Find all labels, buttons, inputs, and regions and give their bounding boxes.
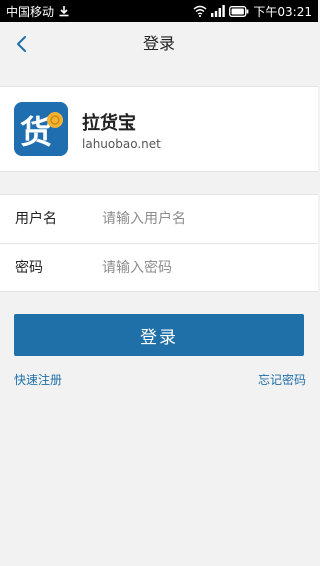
nav-bar: 登录 [0, 22, 318, 66]
username-label: 用户名 [15, 211, 57, 227]
brand-card: 货 拉货宝 lahuobao.net [0, 86, 318, 172]
login-form: 用户名 密码 [0, 194, 318, 292]
password-label: 密码 [15, 260, 43, 276]
password-input[interactable] [102, 254, 302, 282]
download-icon [58, 5, 70, 17]
battery-icon [229, 5, 249, 17]
app-logo: 货 [14, 102, 68, 156]
password-row: 密码 [0, 244, 318, 292]
app-domain: lahuobao.net [82, 137, 161, 151]
back-button[interactable] [8, 30, 36, 58]
app-name: 拉货宝 [82, 113, 136, 134]
page-title: 登录 [142, 34, 175, 53]
signal-icon [211, 5, 226, 17]
login-button[interactable]: 登录 [14, 314, 304, 356]
status-bar-right: 下午03:21 [193, 3, 312, 20]
username-input[interactable] [102, 205, 302, 233]
register-link[interactable]: 快速注册 [14, 371, 62, 388]
status-bar: 中国移动 下午03:21 [0, 0, 318, 22]
carrier-label: 中国移动 [6, 4, 55, 19]
wifi-icon [193, 5, 207, 17]
username-row: 用户名 [0, 195, 318, 243]
status-bar-left: 中国移动 [6, 3, 70, 20]
forgot-password-link[interactable]: 忘记密码 [258, 371, 306, 388]
chevron-left-icon [17, 36, 26, 52]
clock-label: 下午03:21 [253, 4, 312, 19]
